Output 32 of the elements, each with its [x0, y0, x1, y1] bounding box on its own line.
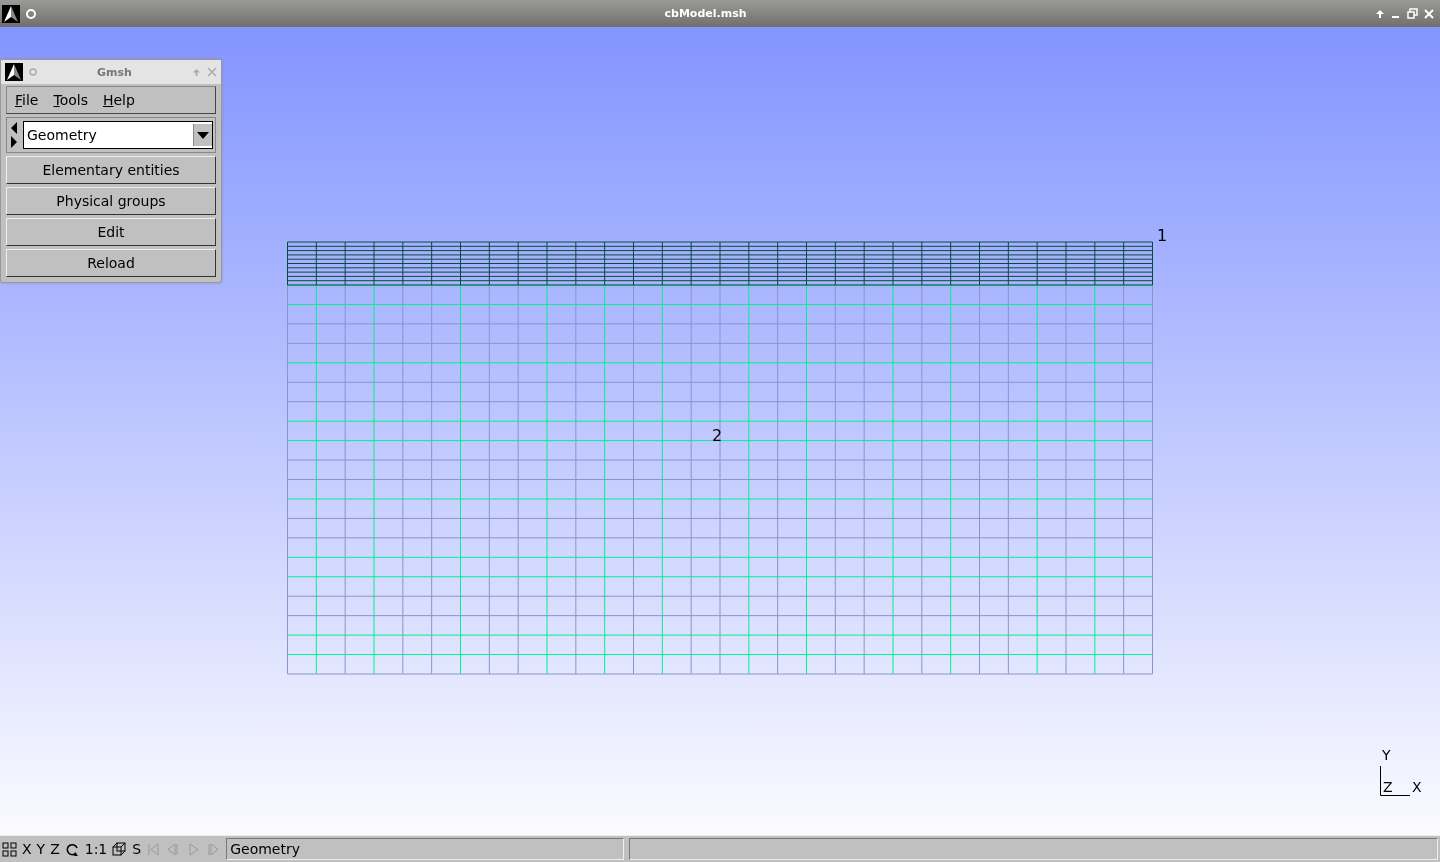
grid-icon[interactable] [2, 841, 17, 857]
dropdown-caret-icon[interactable] [197, 131, 209, 139]
panel-button[interactable]: Edit [6, 218, 216, 246]
panel-button[interactable]: Elementary entities [6, 156, 216, 184]
panel-button[interactable]: Reload [6, 249, 216, 277]
menu-dot-icon[interactable] [29, 68, 37, 76]
axis-label: Y [1382, 747, 1391, 763]
app-logo-icon [5, 63, 23, 81]
rotate-icon[interactable] [64, 841, 80, 857]
prev-next-arrows-icon[interactable] [9, 120, 19, 150]
restore-icon[interactable] [1407, 8, 1418, 19]
cube-icon[interactable] [112, 841, 128, 857]
toolbar-button[interactable]: 1:1 [84, 841, 108, 857]
window-title: cbModel.msh [663, 7, 748, 20]
arrow-up-icon[interactable] [1375, 8, 1385, 19]
status-message: Geometry [226, 838, 625, 860]
toolbar-button[interactable]: S [132, 841, 142, 857]
menu-item[interactable]: Tools [53, 92, 88, 108]
toolbar-button[interactable]: X [22, 841, 32, 857]
app-logo-icon [2, 4, 20, 23]
axes-icon [1380, 766, 1410, 796]
axis-label: X [1412, 779, 1422, 795]
entity-label: 1 [1157, 226, 1168, 245]
toolbar-button[interactable]: Z [50, 841, 60, 857]
axis-label: Z [1383, 779, 1393, 795]
panel-button[interactable]: Physical groups [6, 187, 216, 215]
menu-item[interactable]: File [15, 92, 39, 108]
menu-item[interactable]: Help [102, 92, 135, 108]
module-dropdown[interactable]: Geometry [23, 121, 213, 149]
toolbar-button[interactable]: Y [36, 841, 46, 857]
panel-title: Gmsh [96, 65, 133, 79]
entity-label: 2 [712, 426, 723, 445]
